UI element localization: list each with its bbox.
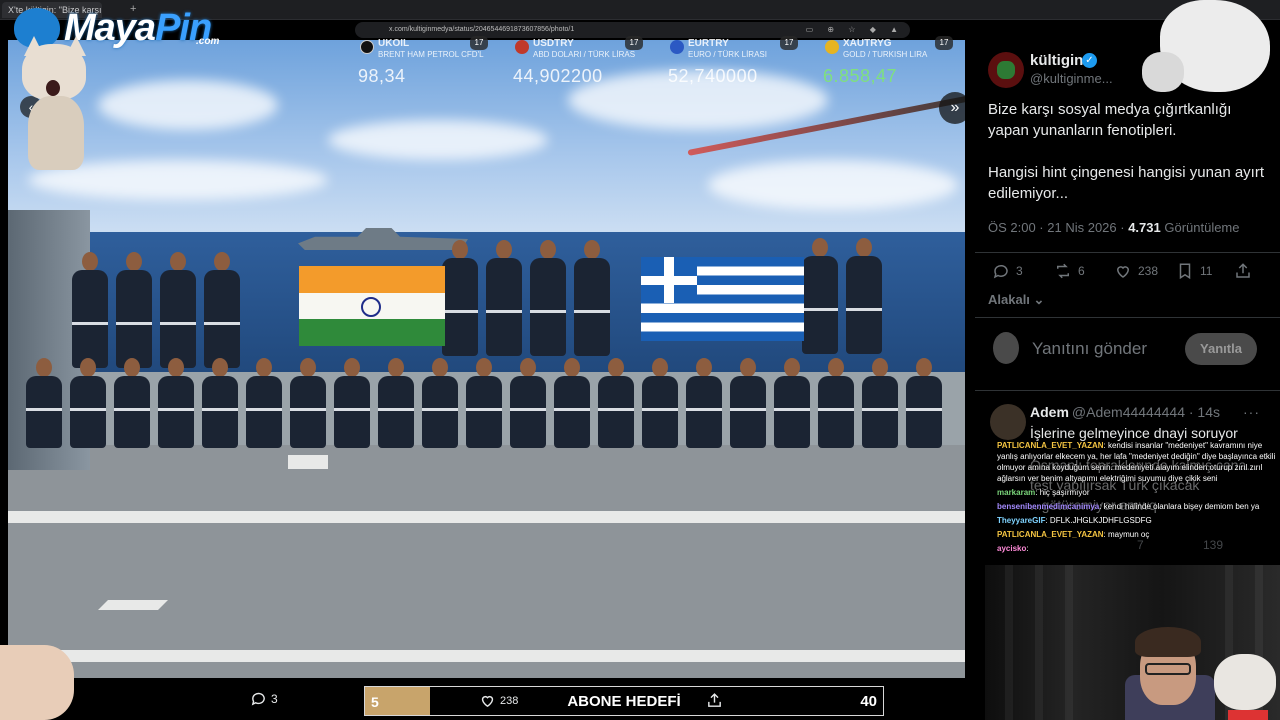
glasses-icon [1145,663,1191,675]
chat-message: PATLICANLA_EVET_YAZAN: kendisi insanlar … [997,441,1276,483]
share-icon [708,693,721,707]
reply-icon [993,264,1008,279]
views-label: Görüntüleme [1160,220,1240,235]
divider [975,252,1280,253]
ticker-code: XAUTRYG [843,38,892,49]
tweet-timestamp[interactable]: ÖS 2:00 · 21 Nis 2026 · [988,220,1128,235]
ticker-value: 98,34 [358,66,406,86]
oil-drop-icon [360,40,374,54]
retweet-icon [1057,263,1069,279]
verified-badge-icon: ✓ [1082,53,1097,68]
gold-icon [825,40,839,54]
author-handle[interactable]: @kultiginme... [1030,71,1113,86]
retweet-count: 6 [1078,264,1085,278]
ticker-value: 52,740000 [668,66,758,86]
ticker-value: 6.858,47 [823,66,898,86]
ticker-value: 44,902200 [513,66,603,86]
photo-reply-button[interactable]: 3 [250,690,278,707]
logo-suffix: .com [196,36,220,47]
reply-icon [251,692,265,706]
reply-author-name[interactable]: Adem [1030,404,1069,420]
retweet-button[interactable]: 6 [1054,262,1085,280]
ticker-code: EURTRY [688,38,729,49]
cat-sticker-top-right [1140,0,1280,110]
ticker-badge: 17 [625,36,643,50]
chat-message: aycisko: [997,544,1029,553]
ticker-item-usdtry: USDTRY ABD DOLARI / TÜRK LİRAS 44,902200… [507,36,657,88]
us-flag-icon [515,40,529,54]
streamer-hair [1135,627,1201,657]
ticker-code: UKOIL [378,38,410,49]
chat-message: PATLICANLA_EVET_YAZAN: maymun oç [997,530,1150,539]
ticker-badge: 17 [780,36,798,50]
ticker-name: BRENT HAM PETROL CFD'L [378,50,484,59]
cat-sticker-left [20,36,90,170]
reply-input[interactable]: Yanıtını gönder [1032,339,1147,359]
ticker-name: EURO / TÜRK LİRASI [688,50,767,59]
bookmark-button[interactable]: 11 [1176,262,1212,280]
ticker-code: USDTRY [533,38,574,49]
subscriber-goal-bar: 5 238 ABONE HEDEFİ 40 [364,686,884,716]
ticker-badge: 17 [470,36,488,50]
ticker-name: ABD DOLARI / TÜRK LİRAS [533,50,636,59]
ship-deck [8,445,965,678]
photo-reply-count: 3 [271,691,278,706]
divider [975,390,1280,391]
tweet-meta: ÖS 2:00 · 21 Nis 2026 · 4.731 Görüntülem… [988,220,1240,235]
views-count: 4.731 [1128,220,1161,235]
cat-sticker-bottom-right [1208,650,1280,720]
tweet-actions: 3 6 238 11 [988,262,1250,282]
reply-sort-dropdown[interactable]: Alakalı ⌄ [988,292,1044,308]
photo-share-button[interactable] [706,692,723,714]
eu-flag-icon [670,40,684,54]
reply-author[interactable]: Adem @Adem44444444 · 14s [1030,404,1220,420]
reply-more-options-icon[interactable]: ··· [1243,404,1260,420]
greece-flag [641,257,804,341]
author-name[interactable]: kültigin [1030,52,1083,69]
ticker-name: GOLD / TURKISH LIRA [843,50,928,59]
like-count: 238 [1138,264,1159,278]
reply-button[interactable]: 3 [992,262,1023,280]
stream-chat: PATLICANLA_EVET_YAZAN: kendisi insanlar … [997,440,1280,565]
reply-count: 3 [1016,264,1023,278]
tweet-paragraph-2: Hangisi hint çingenesi hangisi yunan ayı… [988,164,1264,202]
author-avatar[interactable] [988,52,1024,88]
market-ticker: UKOIL BRENT HAM PETROL CFD'L 98,34 17 US… [352,36,960,88]
ticker-badge: 17 [935,36,953,50]
chat-message: bensenibenmedimcanimya: kendi halinde ol… [997,502,1260,511]
current-user-avatar [993,332,1019,364]
reply-author-avatar[interactable] [990,404,1026,440]
goal-label: ABONE HEDEFİ [567,693,681,710]
expand-panel-icon[interactable]: » [939,92,965,124]
screen: X'te kültigin: "Bize karşı sosyal + x.co… [0,0,1280,720]
chat-message: markaram: hiç şaşırmıyor [997,488,1090,497]
hand-overlay [0,645,74,720]
heart-icon [1116,266,1130,278]
ticker-item-eurtry: EURTRY EURO / TÜRK LİRASI 52,740000 17 [662,36,812,88]
like-button[interactable]: 238 [1114,262,1158,280]
reply-author-handle[interactable]: @Adem44444444 · 14s [1072,404,1220,420]
share-button[interactable] [1234,262,1258,280]
reply-submit-button[interactable]: Yanıtla [1185,333,1257,365]
bookmark-count: 11 [1200,264,1213,278]
share-icon [1236,263,1250,278]
url-text[interactable]: x.com/kultiginmedya/status/2046544691873… [389,26,574,33]
bookmark-icon [1179,263,1191,280]
tweet-photo[interactable]: ‹ » [8,40,965,678]
chat-message: TheyyareGIF: DFLK.JHGLKJDHFLGSDFG [997,516,1152,525]
divider [975,317,1280,318]
india-flag [299,266,445,346]
tweet-text: Bize karşı sosyal medya çığırtkanlığı ya… [988,99,1268,225]
goal-target: 40 [860,693,877,710]
ticker-item-xautryg: XAUTRYG GOLD / TURKISH LIRA 6.858,47 17 [817,36,960,88]
ticker-item-ukoil: UKOIL BRENT HAM PETROL CFD'L 98,34 17 [352,36,502,88]
